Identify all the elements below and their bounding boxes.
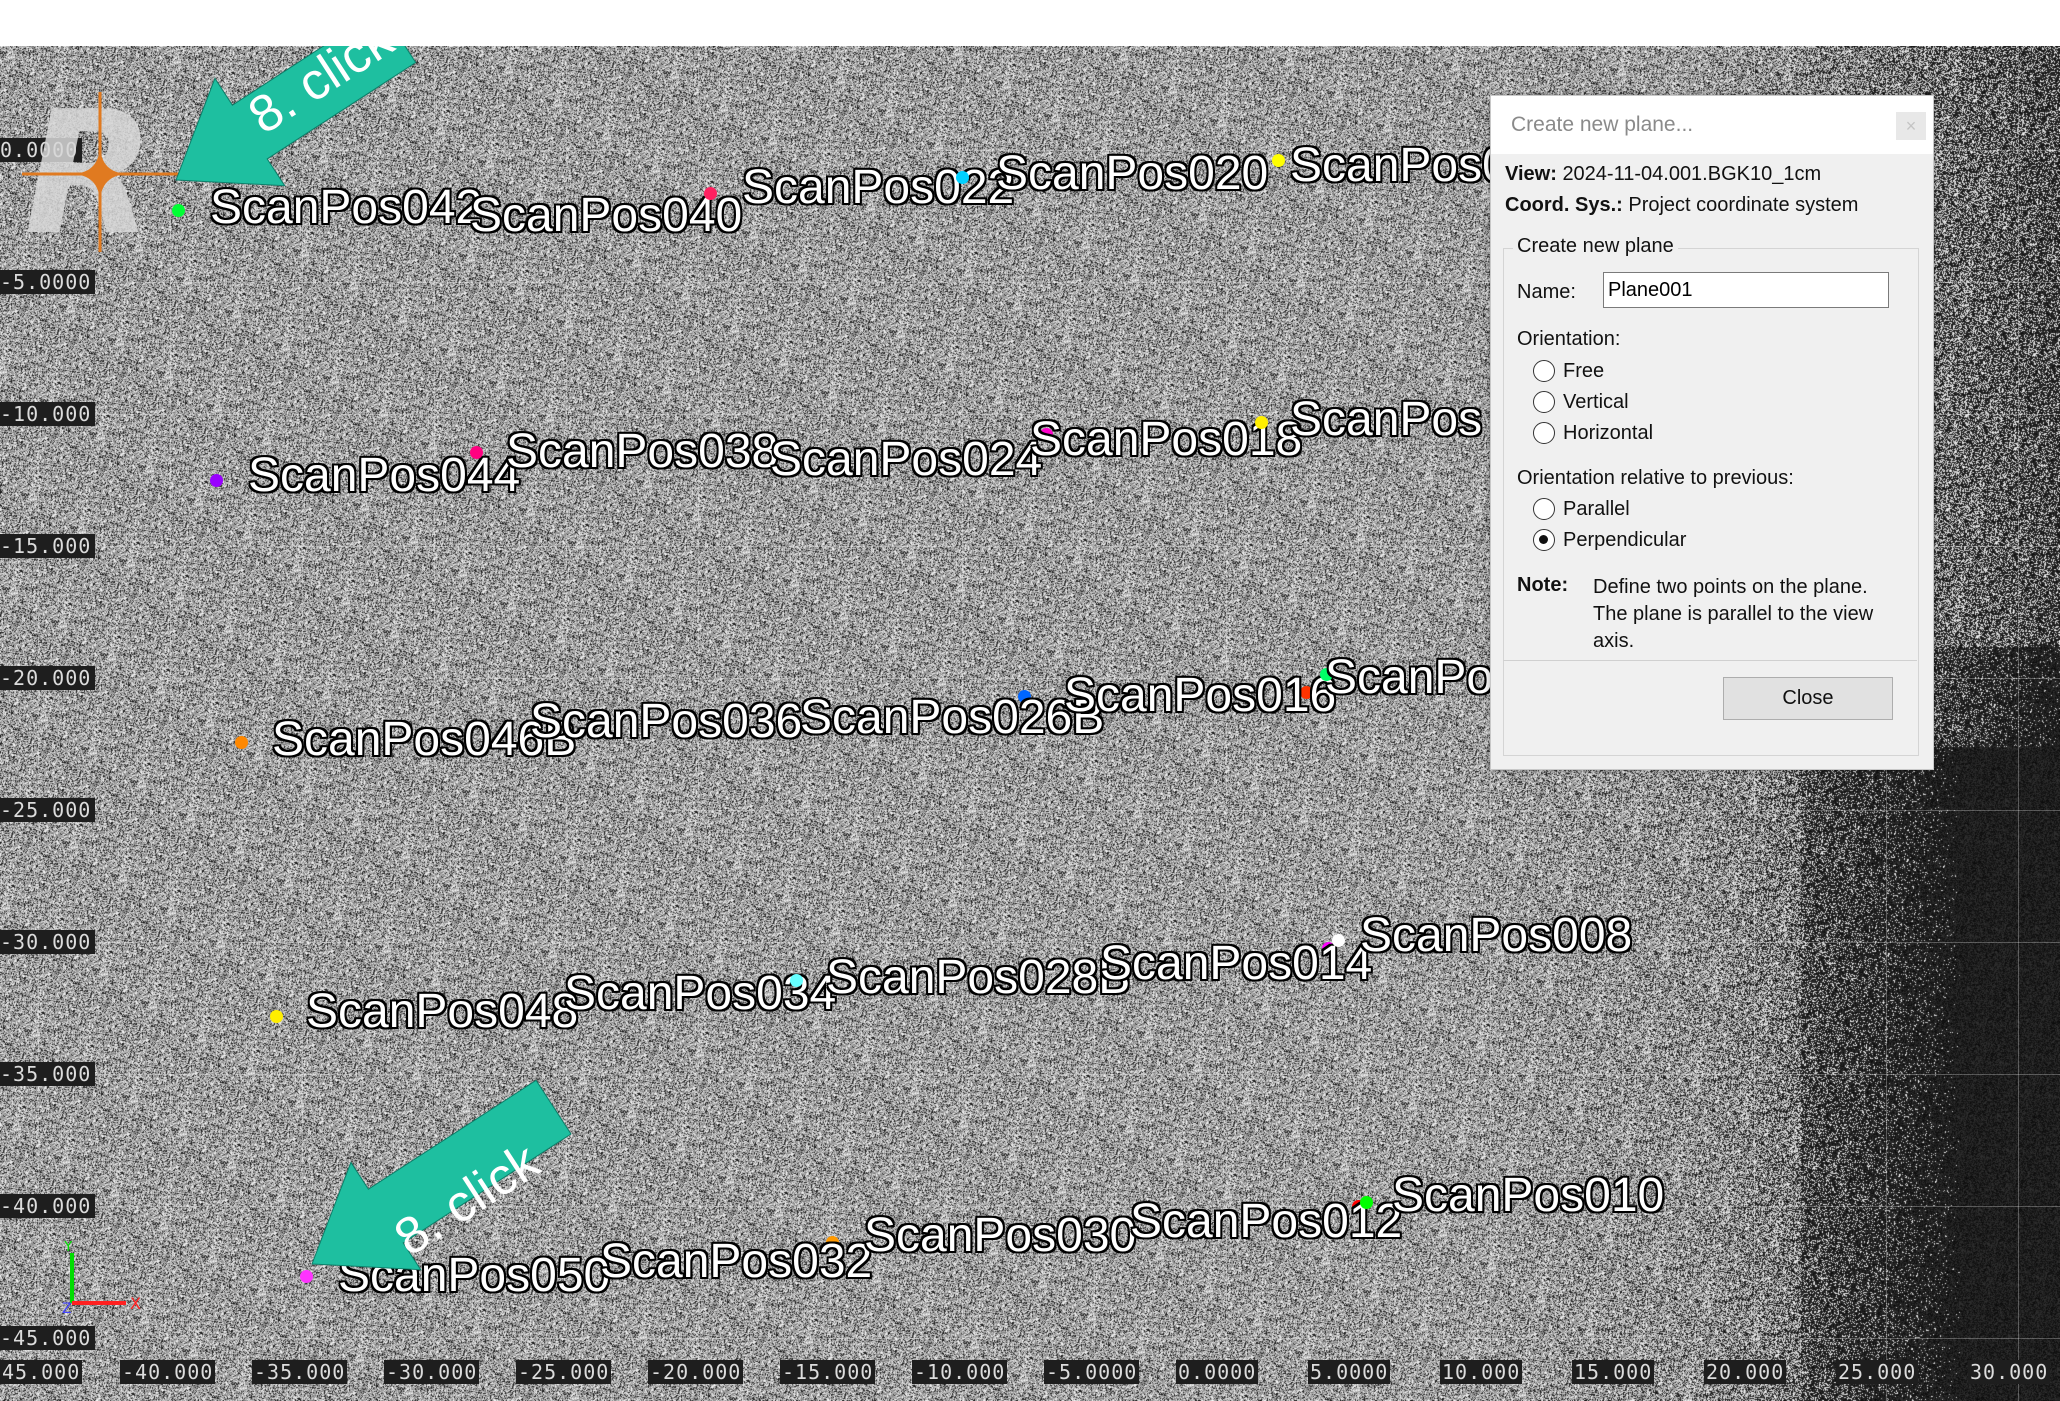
close-button[interactable]: Close	[1723, 677, 1893, 720]
create-plane-dialog[interactable]: Create new plane... × View: 2024-11-04.0…	[1490, 95, 1934, 770]
radio-label: Horizontal	[1563, 421, 1654, 444]
coord-label: Coord. Sys.:	[1505, 194, 1623, 216]
radio-label: Free	[1563, 359, 1605, 382]
radio-label: Vertical	[1563, 390, 1629, 413]
note-text: Define two points on the plane. The plan…	[1593, 576, 1874, 652]
gizmo-z-label: Z	[62, 1301, 72, 1317]
radio-relative-parallel[interactable]: Parallel	[1533, 496, 1630, 522]
view-label: View:	[1505, 163, 1557, 185]
name-label: Name:	[1517, 281, 1576, 303]
group-title: Create new plane	[1513, 235, 1678, 258]
radio-button[interactable]	[1533, 360, 1555, 382]
radio-button[interactable]	[1533, 391, 1555, 413]
coord-info: Coord. Sys.: Project coordinate system	[1505, 194, 1858, 217]
radio-label: Perpendicular	[1563, 528, 1687, 551]
radio-button-checked[interactable]	[1533, 529, 1555, 551]
radio-orientation-horizontal[interactable]: Horizontal	[1533, 420, 1653, 446]
radio-orientation-vertical[interactable]: Vertical	[1533, 389, 1629, 415]
radio-label: Parallel	[1563, 497, 1630, 520]
radio-button[interactable]	[1533, 422, 1555, 444]
view-info: View: 2024-11-04.001.BGK10_1cm	[1505, 163, 1821, 186]
axis-gizmo-icon: Y Z X	[62, 1241, 141, 1317]
dialog-close-icon[interactable]: ×	[1896, 112, 1926, 140]
gizmo-y-label: Y	[63, 1241, 73, 1255]
gizmo-x-label: X	[130, 1294, 141, 1313]
view-value: 2024-11-04.001.BGK10_1cm	[1562, 163, 1822, 185]
radio-button[interactable]	[1533, 498, 1555, 520]
relative-orientation-label: Orientation relative to previous:	[1517, 467, 1794, 489]
divider	[1503, 660, 1917, 661]
coord-value: Project coordinate system	[1628, 194, 1859, 216]
radio-orientation-free[interactable]: Free	[1533, 358, 1604, 384]
radio-relative-perpendicular[interactable]: Perpendicular	[1533, 527, 1686, 553]
plane-name-input[interactable]	[1603, 272, 1889, 308]
dialog-title: Create new plane...	[1511, 113, 1694, 136]
orientation-label: Orientation:	[1517, 328, 1621, 350]
note-label: Note:	[1517, 574, 1569, 596]
dialog-titlebar[interactable]: Create new plane... ×	[1491, 96, 1933, 154]
